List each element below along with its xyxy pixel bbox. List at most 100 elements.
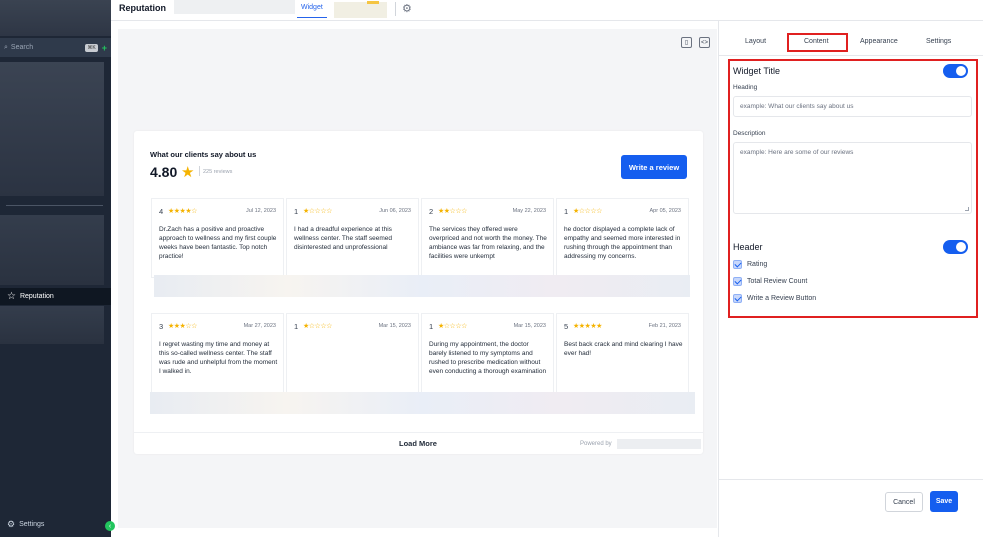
review-rating: 1 (429, 322, 434, 331)
tab-widget[interactable]: Widget (301, 4, 323, 11)
save-button[interactable]: Save (930, 491, 958, 512)
review-text: During my appointment, the doctor barely… (429, 341, 547, 375)
review-widget-card: What our clients say about us 4.80 ★ 225… (134, 131, 703, 454)
tab-appearance[interactable]: Appearance (860, 38, 898, 45)
widget-title-label: Widget Title (733, 66, 781, 76)
heading-label: Heading (733, 84, 758, 91)
star-icon: ★ (181, 164, 195, 181)
top-tab-bar: Reputation Widget ⚙ (111, 0, 983, 21)
header-toggle[interactable] (943, 240, 968, 254)
search-icon: ⌕ (4, 43, 8, 51)
rating-stars-icon: ★★★☆☆ (168, 323, 197, 330)
review-date: Apr 05, 2023 (649, 208, 682, 214)
gear-icon[interactable]: ⚙ (402, 2, 412, 15)
widget-heading: What our clients say about us (150, 150, 257, 159)
review-date: Mar 27, 2023 (243, 323, 276, 329)
code-view-icon[interactable]: <> (699, 37, 710, 48)
rating-stars-icon: ★★★★☆ (168, 208, 197, 215)
review-card: 1 ★☆☆☆☆ Mar 15, 2023 During my appointme… (421, 313, 554, 393)
checkbox-checked-icon[interactable] (733, 260, 742, 269)
review-card: 5 ★★★★★ Feb 21, 2023 Best back crack and… (556, 313, 689, 393)
review-rating: 4 (159, 207, 164, 216)
blurred-content (154, 275, 690, 297)
sidebar-nav-group (0, 215, 104, 285)
review-text: I regret wasting my time and money at th… (159, 341, 278, 375)
review-card: 1 ★☆☆☆☆ Mar 15, 2023 (286, 313, 419, 393)
gear-icon: ⚙ (7, 519, 16, 529)
sidebar-item-label: Reputation (19, 293, 54, 300)
header-label: Header (733, 242, 763, 252)
cancel-button[interactable]: Cancel (885, 492, 923, 512)
checkbox-label: Rating (747, 261, 768, 268)
rating-stars-icon: ★☆☆☆☆ (573, 208, 602, 215)
checkbox-checked-icon[interactable] (733, 277, 742, 286)
blurred-content (617, 439, 701, 449)
load-more-button[interactable]: Load More (399, 439, 437, 448)
review-rating: 2 (429, 207, 434, 216)
rating-checkbox[interactable]: Rating (733, 260, 767, 269)
active-tab-indicator (297, 17, 327, 18)
search-shortcut: ⌘K (85, 43, 98, 52)
tab-layout[interactable]: Layout (745, 38, 766, 45)
tab-settings[interactable]: Settings (926, 38, 951, 45)
mobile-view-icon[interactable]: ▯ (681, 37, 692, 48)
widget-settings-panel: Layout Content Appearance Settings Widge… (718, 21, 983, 537)
tab-blurred[interactable] (174, 0, 295, 14)
resize-handle-icon[interactable] (965, 207, 969, 211)
quick-add-icon[interactable]: + (102, 43, 107, 53)
description-textarea[interactable]: example: Here are some of our reviews (733, 142, 972, 214)
review-date: May 22, 2023 (512, 208, 546, 214)
review-card: 2 ★★☆☆☆ May 22, 2023 The services they o… (421, 198, 554, 278)
powered-by-label: Powered by (580, 441, 612, 447)
sidebar-item-settings[interactable]: ⚙ Settings (7, 519, 44, 530)
divider (395, 2, 396, 16)
collapse-sidebar-icon[interactable]: ‹ (105, 521, 115, 531)
rating-stars-icon: ★★☆☆☆ (438, 208, 467, 215)
tab-blurred[interactable] (334, 1, 387, 18)
search-placeholder: Search (10, 44, 34, 51)
divider (719, 55, 983, 56)
review-rating: 3 (159, 322, 164, 331)
heading-input[interactable]: example: What our clients say about us (733, 96, 972, 117)
blurred-content (150, 392, 695, 414)
write-review-button-checkbox[interactable]: Write a Review Button (733, 294, 816, 303)
review-card: 1 ★☆☆☆☆ Apr 05, 2023 he doctor displayed… (556, 198, 689, 278)
write-review-button[interactable]: Write a review (621, 155, 687, 179)
highlight-box (787, 33, 848, 52)
average-rating: 4.80 (150, 164, 178, 180)
page-title: Reputation (119, 3, 166, 13)
review-card: 3 ★★★☆☆ Mar 27, 2023 I regret wasting my… (151, 313, 284, 393)
review-text: Best back crack and mind clearing I have… (564, 341, 683, 357)
checkbox-label: Total Review Count (747, 278, 808, 285)
review-count: 225 reviews (203, 169, 233, 175)
sidebar-divider (6, 205, 103, 206)
review-date: Mar 15, 2023 (378, 323, 411, 329)
content-settings-section: Widget Title Heading example: What our c… (728, 59, 978, 318)
review-date: Jun 06, 2023 (379, 208, 411, 214)
review-text: Dr.Zach has a positive and proactive app… (159, 226, 277, 260)
rating-stars-icon: ★☆☆☆☆ (303, 208, 332, 215)
total-review-count-checkbox[interactable]: Total Review Count (733, 277, 807, 286)
checkbox-checked-icon[interactable] (733, 294, 742, 303)
review-rating: 1 (294, 207, 299, 216)
sidebar-logo-area (0, 0, 111, 36)
divider (199, 166, 200, 176)
sidebar-search[interactable]: ⌕ Search ⌘K + (0, 38, 111, 57)
widget-footer: Load More Powered by (134, 432, 703, 454)
review-date: Jul 12, 2023 (246, 208, 276, 214)
widget-title-toggle[interactable] (943, 64, 968, 78)
rating-stars-icon: ★☆☆☆☆ (303, 323, 332, 330)
description-label: Description (733, 130, 766, 137)
review-text: The services they offered were overprice… (429, 226, 547, 260)
review-text: he doctor displayed a complete lack of e… (564, 226, 681, 260)
checkbox-label: Write a Review Button (747, 295, 817, 302)
review-card: 1 ★☆☆☆☆ Jun 06, 2023 I had a dreadful ex… (286, 198, 419, 278)
sidebar-item-reputation[interactable]: ☆ Reputation (0, 288, 111, 305)
rating-stars-icon: ★☆☆☆☆ (438, 323, 467, 330)
star-icon: ☆ (7, 291, 16, 302)
review-date: Mar 15, 2023 (513, 323, 546, 329)
sidebar-nav-group (0, 306, 104, 344)
review-text: I had a dreadful experience at this well… (294, 226, 393, 251)
review-rating: 5 (564, 322, 569, 331)
rating-stars-icon: ★★★★★ (573, 323, 602, 330)
